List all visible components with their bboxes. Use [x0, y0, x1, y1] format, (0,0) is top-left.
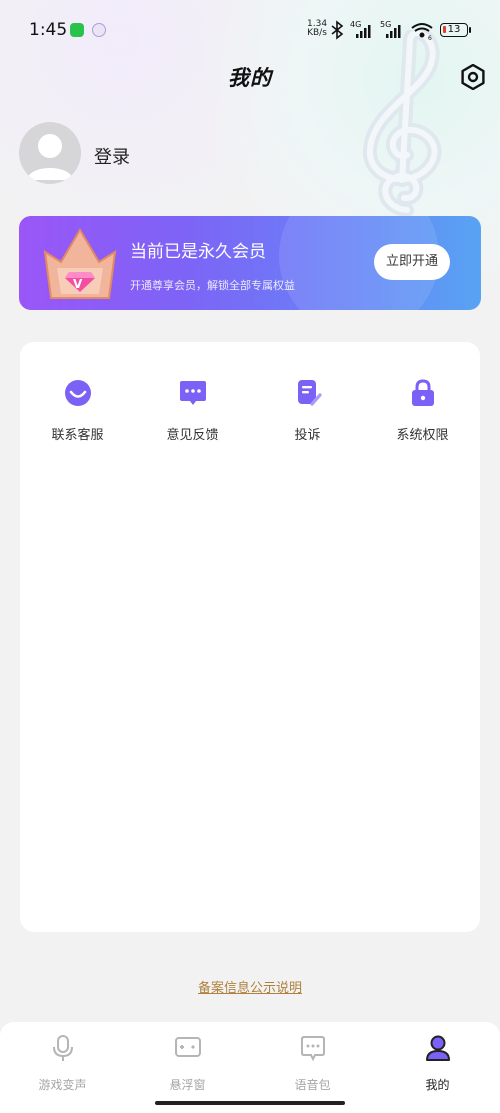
- tab-label: 悬浮窗: [169, 1078, 206, 1092]
- tab-label: 语音包: [294, 1078, 331, 1092]
- wechat-notification-icon: [70, 23, 84, 37]
- floating-window-icon: [175, 1037, 201, 1057]
- menu-item-feedback[interactable]: 意见反馈: [135, 372, 250, 452]
- record-info-link[interactable]: 备案信息公示说明: [0, 977, 500, 996]
- microphone-icon: [53, 1035, 73, 1061]
- network-speed-unit: KB/s: [307, 28, 327, 38]
- voice-pack-icon: [301, 1036, 325, 1062]
- settings-gear-icon[interactable]: [460, 64, 486, 90]
- user-icon: [426, 1035, 450, 1061]
- login-button[interactable]: 登录: [94, 143, 130, 169]
- tab-voice-pack[interactable]: 语音包: [250, 1032, 375, 1092]
- signal-5g-label: 5G: [380, 20, 391, 29]
- complaint-doc-icon: [298, 380, 322, 406]
- bluetooth-icon: [331, 20, 344, 40]
- activate-vip-button[interactable]: 立即开通: [374, 244, 450, 280]
- vip-crown-icon: V: [43, 228, 117, 299]
- vip-title: 当前已是永久会员: [130, 242, 266, 262]
- page-title: 我的: [228, 66, 272, 90]
- network-speed: 1.34 KB/s: [307, 20, 327, 38]
- status-bar: 1:45 1.34 KB/s 4G 5G 6 13: [0, 0, 500, 60]
- avatar[interactable]: [19, 122, 81, 184]
- lock-icon: [412, 379, 434, 406]
- feedback-bubble-icon: [180, 381, 206, 405]
- tab-mine[interactable]: 我的: [375, 1032, 500, 1092]
- menu-item-label: 投诉: [294, 428, 321, 443]
- menu-item-label: 意见反馈: [166, 428, 219, 443]
- menu-item-label: 联系客服: [51, 428, 104, 443]
- tab-label: 游戏变声: [38, 1078, 87, 1092]
- vip-banner[interactable]: V 当前已是永久会员 开通尊享会员，解锁全部专属权益 立即开通: [19, 216, 481, 310]
- tab-game-voice-changer[interactable]: 游戏变声: [0, 1032, 125, 1092]
- battery-indicator: 13: [440, 23, 471, 37]
- tab-label: 我的: [425, 1078, 450, 1092]
- bottom-tab-bar: 游戏变声 悬浮窗 语音包 我的: [0, 1022, 500, 1113]
- menu-item-label: 系统权限: [396, 428, 449, 443]
- menu-item-complaint[interactable]: 投诉: [250, 372, 365, 452]
- menu-item-contact-service[interactable]: 联系客服: [20, 372, 135, 452]
- status-time: 1:45: [29, 20, 68, 40]
- smile-chat-icon: [65, 380, 91, 406]
- svg-text:V: V: [73, 277, 83, 291]
- default-avatar-icon: [27, 134, 73, 180]
- app-notification-icon: [92, 23, 106, 37]
- menu-card: 联系客服 意见反馈 投诉 系统权限: [20, 342, 480, 932]
- vip-subtitle: 开通尊享会员，解锁全部专属权益: [130, 279, 295, 292]
- menu-item-system-permissions[interactable]: 系统权限: [365, 372, 480, 452]
- signal-4g-label: 4G: [350, 20, 361, 29]
- home-indicator[interactable]: [155, 1101, 345, 1105]
- wifi-label: 6: [428, 35, 432, 42]
- battery-level: 13: [447, 24, 461, 35]
- tab-floating-window[interactable]: 悬浮窗: [125, 1032, 250, 1092]
